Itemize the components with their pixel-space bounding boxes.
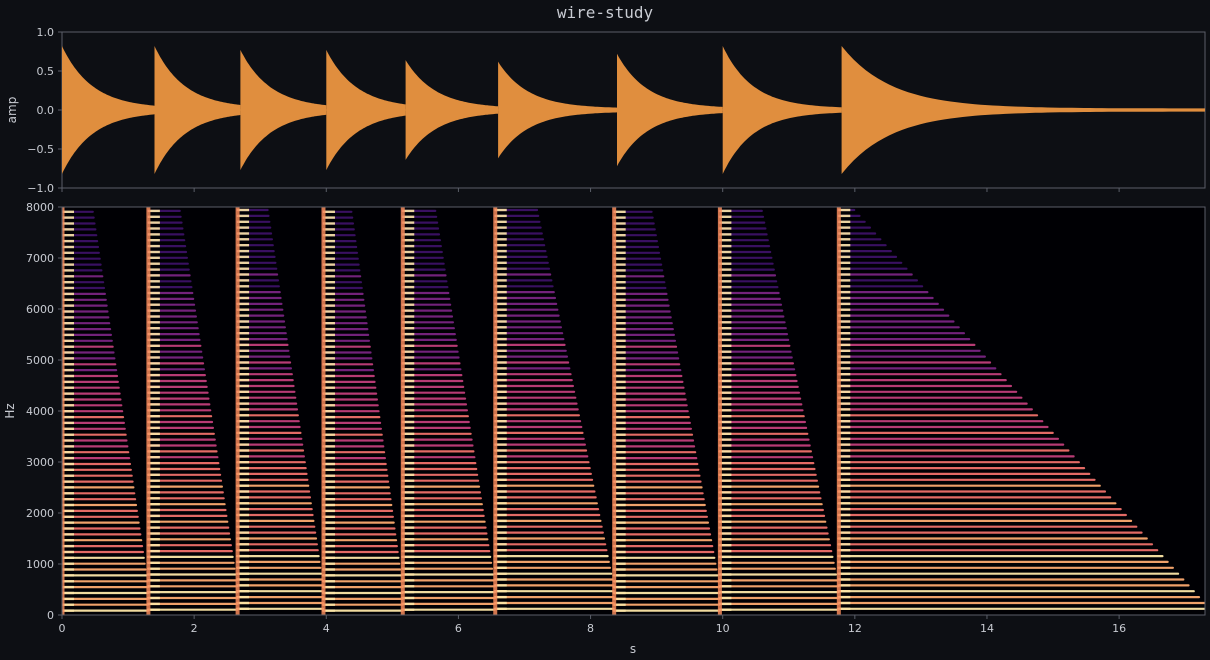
- spectrogram-x-tick-label: 10: [716, 622, 730, 635]
- waveform-y-tick-label: 0.5: [37, 65, 55, 78]
- spectrogram-y-tick-label: 7000: [26, 252, 54, 265]
- spectrogram-x-tick-label: 12: [848, 622, 862, 635]
- spectrogram-onset-transient: [321, 207, 326, 615]
- spectrogram-onset-transient: [146, 207, 151, 615]
- spectrogram-y-tick-label: 4000: [26, 405, 54, 418]
- waveform-panel: 1.0 0.5 0.0 −0.5 −1.0 amp: [5, 26, 1206, 195]
- spectrogram-x-tick-label: 16: [1112, 622, 1126, 635]
- figure: 1.0 0.5 0.0 −0.5 −1.0 amp 0 1000 2000 3000 4000 5…: [3, 26, 1206, 656]
- waveform-x-ticks: [61, 188, 1120, 192]
- spectrogram-x-tick-label: 8: [587, 622, 594, 635]
- spectrogram-x-axis: 0 2 4 6 8 10 12 14 16: [59, 615, 1126, 635]
- spectrogram-y-tick-label: 2000: [26, 507, 54, 520]
- spectrogram-y-tick-label: 5000: [26, 354, 54, 367]
- spectrogram-y-label: Hz: [3, 403, 17, 418]
- spectrogram-x-tick-label: 2: [191, 622, 198, 635]
- spectrogram-y-axis: 0 1000 2000 3000 4000 5000 6000 7000 8000: [26, 201, 62, 622]
- waveform-y-tick-label: −0.5: [27, 143, 54, 156]
- waveform-y-tick-label: −1.0: [27, 182, 54, 195]
- spectrogram-x-tick-label: 6: [455, 622, 462, 635]
- waveform-y-tick-label: 0.0: [37, 104, 55, 117]
- spectrogram-y-tick-label: 8000: [26, 201, 54, 214]
- spectrogram-x-tick-label: 14: [980, 622, 994, 635]
- spectrogram-x-tick-label: 0: [59, 622, 66, 635]
- spectrogram-onset-transient: [235, 207, 240, 615]
- waveform-y-axis: 1.0 0.5 0.0 −0.5 −1.0: [27, 26, 62, 195]
- waveform-y-tick-label: 1.0: [37, 26, 55, 39]
- spectrogram-onset-transient: [717, 207, 722, 615]
- spectrogram-onset-transient: [612, 207, 617, 615]
- spectrogram-y-tick-label: 0: [47, 609, 54, 622]
- spectrogram-panel: 0 1000 2000 3000 4000 5000 6000 7000 8000 0 2 4 6 8 1…: [3, 201, 1206, 656]
- spectrogram-x-label: s: [630, 642, 636, 656]
- spectrogram-x-tick-label: 4: [323, 622, 330, 635]
- waveform-y-label: amp: [5, 97, 19, 124]
- spectrogram-y-tick-label: 3000: [26, 456, 54, 469]
- spectrogram-onset-transient: [400, 207, 405, 615]
- spectrogram-onset-transient: [493, 207, 498, 615]
- spectrogram-y-tick-label: 6000: [26, 303, 54, 316]
- spectrogram-y-tick-label: 1000: [26, 558, 54, 571]
- spectrogram-onset-transient: [836, 207, 841, 615]
